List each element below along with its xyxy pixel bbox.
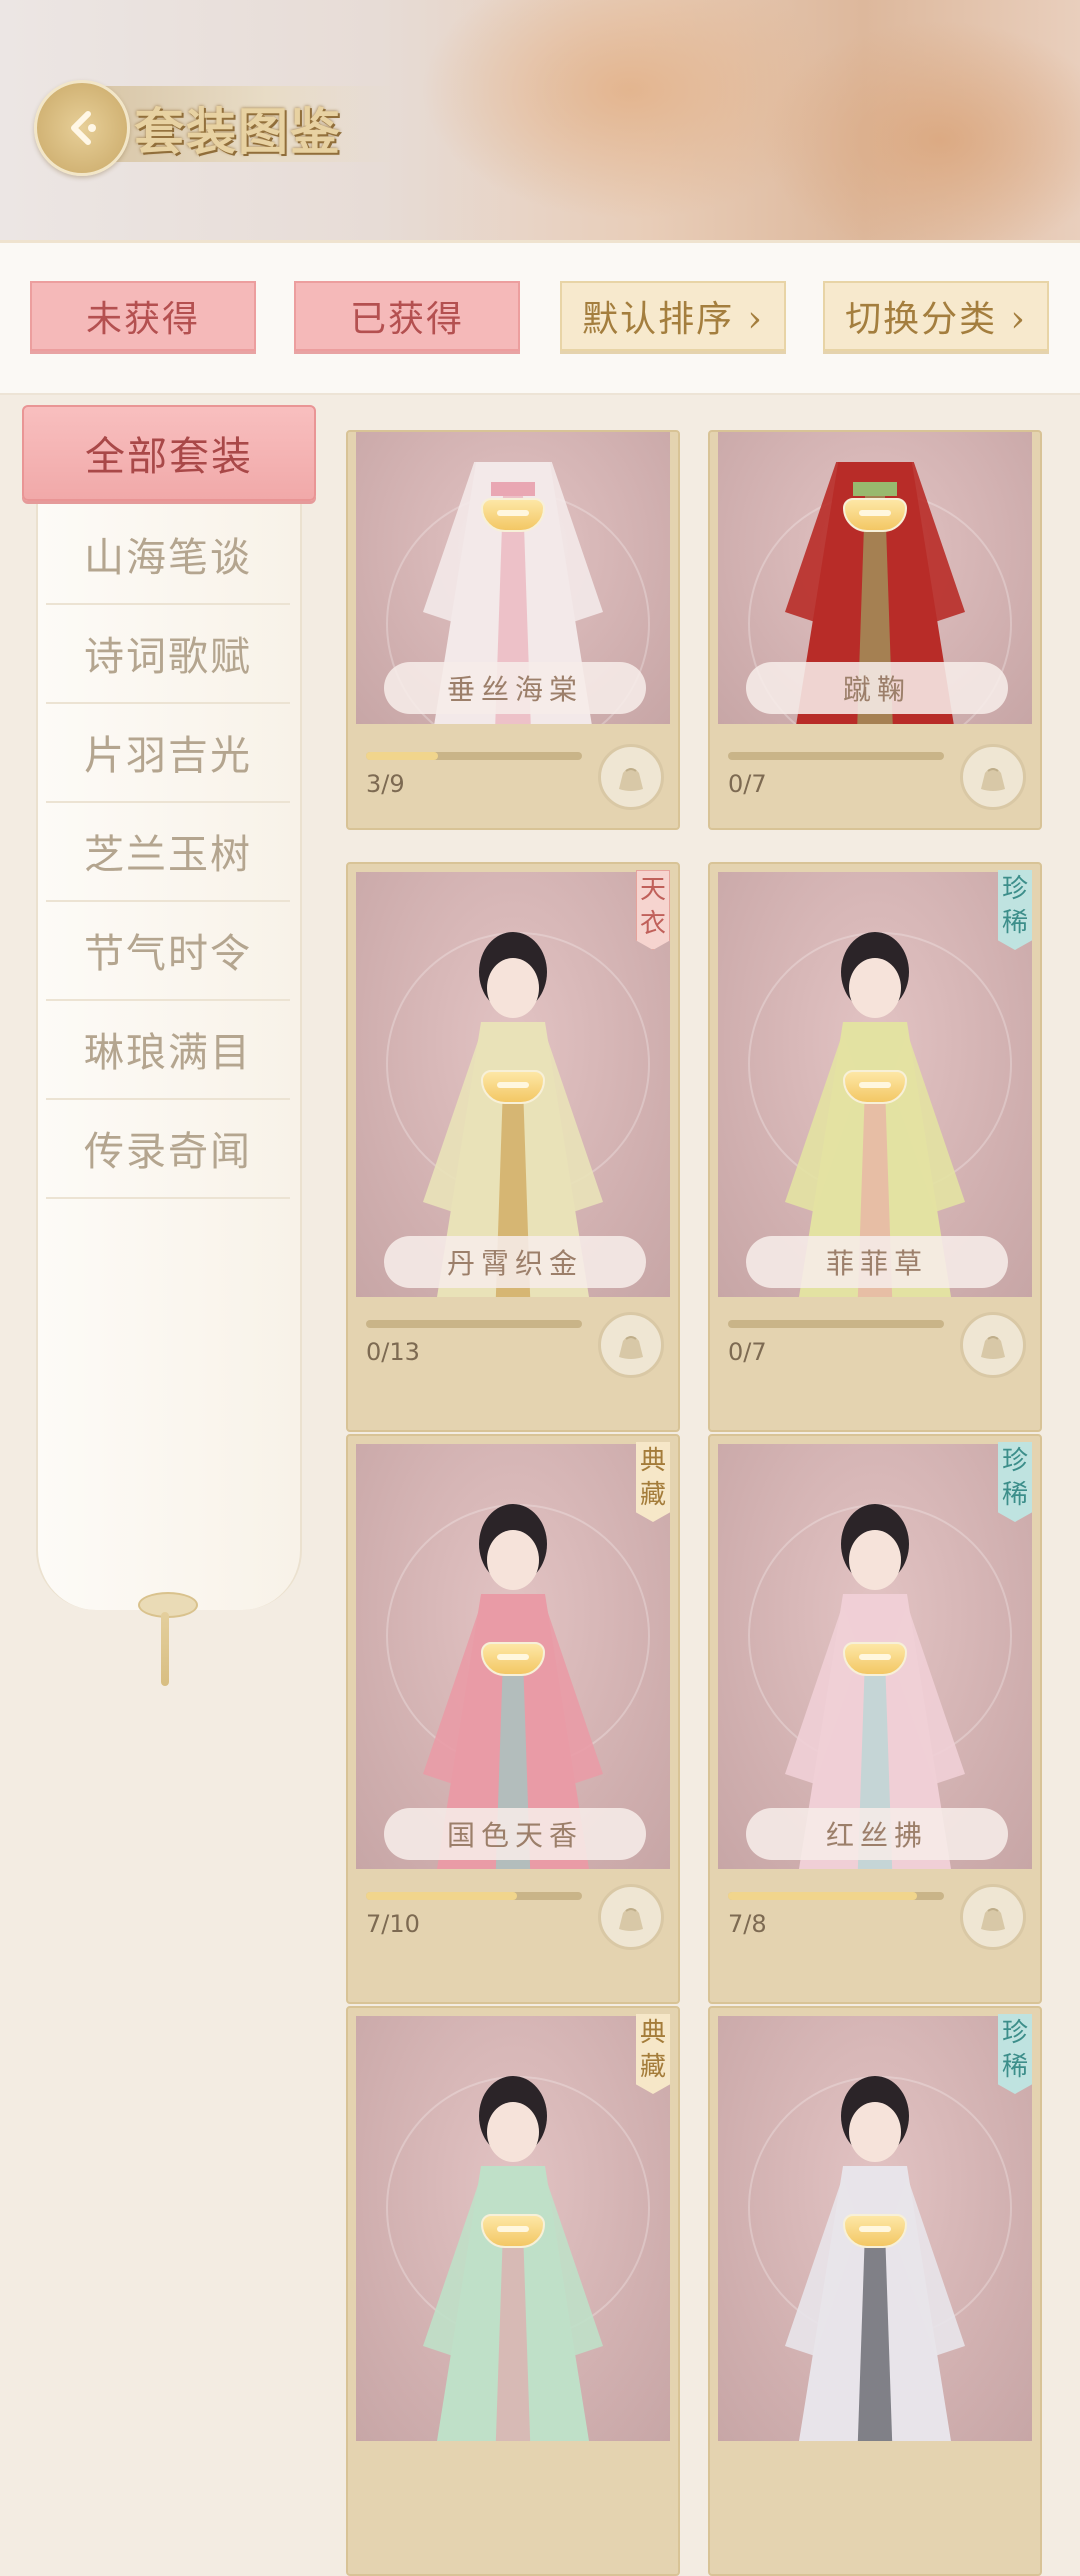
collection-progress-bar xyxy=(728,752,944,760)
lock-icon xyxy=(843,1642,907,1676)
outfit-name: 蹴鞠 xyxy=(746,662,1008,714)
collection-progress-bar xyxy=(366,752,582,760)
lock-icon xyxy=(843,498,907,532)
outfit-card[interactable]: 典藏国色天香 7/10 xyxy=(346,1434,680,2004)
progress-count: 7/10 xyxy=(366,1910,420,1938)
header-banner: 套装图鉴 xyxy=(0,0,1080,240)
filter-obtained-button[interactable]: 已获得 xyxy=(294,281,520,351)
sidebar-item[interactable]: 诗词歌赋 xyxy=(46,604,290,704)
collection-progress-bar xyxy=(728,1892,944,1900)
progress-fill xyxy=(366,752,438,760)
progress-count: 3/9 xyxy=(366,770,405,798)
outfit-card[interactable]: 珍稀 xyxy=(708,2006,1042,2576)
outfit-card[interactable]: 天衣丹霄织金 0/13 xyxy=(346,862,680,1432)
sort-button[interactable]: 默认排序 › xyxy=(560,281,786,351)
rarity-tag: 珍稀 xyxy=(998,870,1032,950)
outfit-name: 丹霄织金 xyxy=(384,1236,646,1288)
collection-progress-bar xyxy=(366,1320,582,1328)
outfit-card[interactable]: 垂丝海棠 3/9 xyxy=(346,430,680,830)
switch-category-button[interactable]: 切换分类 › xyxy=(823,281,1049,351)
lock-icon xyxy=(843,2214,907,2248)
lock-icon xyxy=(481,1070,545,1104)
wardrobe-bag-button[interactable] xyxy=(598,744,664,810)
wardrobe-bag-button[interactable] xyxy=(960,744,1026,810)
progress-fill xyxy=(728,1892,917,1900)
outfit-name: 红丝拂 xyxy=(746,1808,1008,1860)
lock-icon xyxy=(481,1642,545,1676)
outfit-name: 国色天香 xyxy=(384,1808,646,1860)
rarity-tag: 珍稀 xyxy=(998,2014,1032,2094)
collection-progress-bar xyxy=(366,1892,582,1900)
lock-icon xyxy=(843,1070,907,1104)
bag-icon xyxy=(981,1908,1005,1931)
sidebar-item[interactable]: 琳琅满目 xyxy=(46,1000,290,1100)
sidebar-item[interactable]: 山海笔谈 xyxy=(46,505,290,605)
bag-icon xyxy=(619,768,643,791)
outfit-card[interactable]: 珍稀红丝拂 7/8 xyxy=(708,1434,1042,2004)
rarity-tag: 珍稀 xyxy=(998,1442,1032,1522)
sidebar-item[interactable]: 传录奇闻 xyxy=(46,1099,290,1199)
rarity-tag: 典藏 xyxy=(636,1442,670,1522)
progress-count: 7/8 xyxy=(728,1910,767,1938)
wardrobe-bag-button[interactable] xyxy=(960,1312,1026,1378)
page-title: 套装图鉴 xyxy=(134,102,342,161)
wardrobe-bag-button[interactable] xyxy=(598,1312,664,1378)
filter-not-obtained-button[interactable]: 未获得 xyxy=(30,281,256,351)
outfit-name: 菲菲草 xyxy=(746,1236,1008,1288)
lock-icon xyxy=(481,498,545,532)
progress-count: 0/13 xyxy=(366,1338,420,1366)
progress-fill xyxy=(366,1892,518,1900)
sidebar-item-all-sets[interactable]: 全部套装 xyxy=(22,405,316,501)
filter-bar: 未获得 已获得 默认排序 › 切换分类 › xyxy=(0,240,1080,395)
outfit-name: 垂丝海棠 xyxy=(384,662,646,714)
back-arrow-icon xyxy=(71,111,96,145)
outfit-card[interactable]: 蹴鞠 0/7 xyxy=(708,430,1042,830)
bag-icon xyxy=(619,1336,643,1359)
wardrobe-bag-button[interactable] xyxy=(598,1884,664,1950)
rarity-tag: 天衣 xyxy=(636,870,670,950)
collection-progress-bar xyxy=(728,1320,944,1328)
sidebar-item[interactable]: 片羽吉光 xyxy=(46,703,290,803)
back-button[interactable] xyxy=(34,80,130,176)
rarity-tag: 典藏 xyxy=(636,2014,670,2094)
bag-icon xyxy=(619,1908,643,1931)
outfit-card[interactable]: 珍稀菲菲草 0/7 xyxy=(708,862,1042,1432)
lock-icon xyxy=(481,2214,545,2248)
bag-icon xyxy=(981,768,1005,791)
progress-count: 0/7 xyxy=(728,1338,767,1366)
sidebar-item[interactable]: 节气时令 xyxy=(46,901,290,1001)
wardrobe-bag-button[interactable] xyxy=(960,1884,1026,1950)
bag-icon xyxy=(981,1336,1005,1359)
sidebar-item[interactable]: 芝兰玉树 xyxy=(46,802,290,902)
tassel-cord xyxy=(161,1612,169,1686)
outfit-card[interactable]: 典藏 xyxy=(346,2006,680,2576)
progress-count: 0/7 xyxy=(728,770,767,798)
